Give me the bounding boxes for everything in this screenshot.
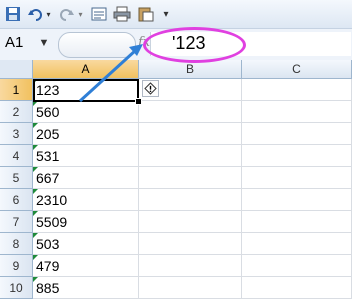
callout-arrow: [78, 44, 143, 103]
